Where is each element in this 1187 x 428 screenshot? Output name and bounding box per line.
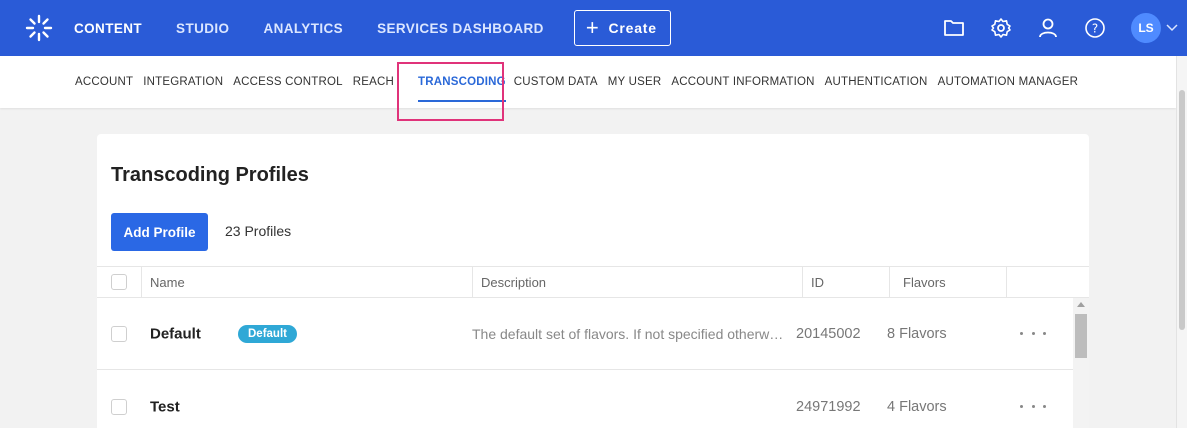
subnav-item-reach[interactable]: REACH <box>353 56 394 108</box>
profile-name[interactable]: Test <box>150 398 180 415</box>
column-separator <box>141 267 142 298</box>
help-icon[interactable]: ? <box>1083 16 1107 40</box>
chevron-down-icon[interactable] <box>1161 24 1183 32</box>
column-header-id[interactable]: ID <box>811 267 824 298</box>
column-header-name[interactable]: Name <box>150 267 185 298</box>
plus-icon: + <box>585 15 600 40</box>
column-separator <box>889 267 890 298</box>
folder-icon[interactable] <box>942 16 966 40</box>
subnav-item-integration[interactable]: INTEGRATION <box>143 56 223 108</box>
table-row[interactable]: Test 24971992 4 Flavors <box>97 371 1073 428</box>
page-scrollbar[interactable] <box>1176 56 1187 428</box>
subnav-item-authentication[interactable]: AUTHENTICATION <box>825 56 928 108</box>
top-icons: ? LS <box>919 0 1187 56</box>
svg-text:?: ? <box>1092 22 1098 36</box>
main-nav: CONTENT STUDIO ANALYTICS SERVICES DASHBO… <box>74 0 671 56</box>
column-separator <box>472 267 473 298</box>
page-title: Transcoding Profiles <box>111 164 309 186</box>
page-scrollbar-thumb[interactable] <box>1179 90 1185 330</box>
table-row[interactable]: Default Default The default set of flavo… <box>97 298 1073 370</box>
profile-count: 23 Profiles <box>225 223 292 239</box>
transcoding-profiles-card: Transcoding Profiles Add Profile 23 Prof… <box>97 134 1089 428</box>
profile-description: The default set of flavors. If not speci… <box>472 325 784 342</box>
settings-subnav: ACCOUNT INTEGRATION ACCESS CONTROL REACH… <box>0 56 1176 108</box>
select-all-checkbox[interactable] <box>111 274 127 290</box>
profile-id: 24971992 <box>796 398 861 415</box>
table-scrollbar[interactable] <box>1073 298 1089 428</box>
subnav-item-custom-data[interactable]: CUSTOM DATA <box>514 56 598 108</box>
table-header: Name Description ID Flavors <box>97 266 1089 298</box>
column-separator <box>1006 267 1007 298</box>
more-actions-icon[interactable] <box>1020 402 1046 412</box>
top-navigation-bar: CONTENT STUDIO ANALYTICS SERVICES DASHBO… <box>0 0 1187 56</box>
avatar[interactable]: LS <box>1131 13 1161 43</box>
subnav-item-access-control[interactable]: ACCESS CONTROL <box>233 56 343 108</box>
profile-flavors: 8 Flavors <box>887 325 947 342</box>
gear-icon[interactable] <box>989 16 1013 40</box>
kaltura-logo-icon[interactable] <box>21 10 57 46</box>
subnav-item-transcoding[interactable]: TRANSCODING <box>417 56 506 108</box>
create-button-label: Create <box>608 20 657 36</box>
subnav-item-account-information[interactable]: ACCOUNT INFORMATION <box>671 56 814 108</box>
subnav-item-my-user[interactable]: MY USER <box>608 56 662 108</box>
column-header-flavors[interactable]: Flavors <box>903 267 946 298</box>
column-separator <box>802 267 803 298</box>
create-button[interactable]: + Create <box>573 10 671 46</box>
nav-item-studio[interactable]: STUDIO <box>176 21 229 36</box>
profile-flavors: 4 Flavors <box>887 398 947 415</box>
user-icon[interactable] <box>1036 16 1060 40</box>
column-header-description[interactable]: Description <box>481 267 546 298</box>
row-checkbox[interactable] <box>111 399 127 415</box>
add-profile-button[interactable]: Add Profile <box>111 213 208 251</box>
profile-id: 20145002 <box>796 325 861 342</box>
subnav-item-automation-manager[interactable]: AUTOMATION MANAGER <box>938 56 1079 108</box>
table-scrollbar-thumb[interactable] <box>1075 314 1087 358</box>
subnav-item-account[interactable]: ACCOUNT <box>75 56 133 108</box>
more-actions-icon[interactable] <box>1020 329 1046 339</box>
nav-item-services-dashboard[interactable]: SERVICES DASHBOARD <box>377 21 544 36</box>
nav-item-analytics[interactable]: ANALYTICS <box>263 21 343 36</box>
row-checkbox[interactable] <box>111 326 127 342</box>
scroll-up-arrow-icon[interactable] <box>1077 302 1085 307</box>
default-badge: Default <box>238 324 297 343</box>
profile-name[interactable]: Default <box>150 325 201 342</box>
nav-item-content[interactable]: CONTENT <box>74 21 142 36</box>
